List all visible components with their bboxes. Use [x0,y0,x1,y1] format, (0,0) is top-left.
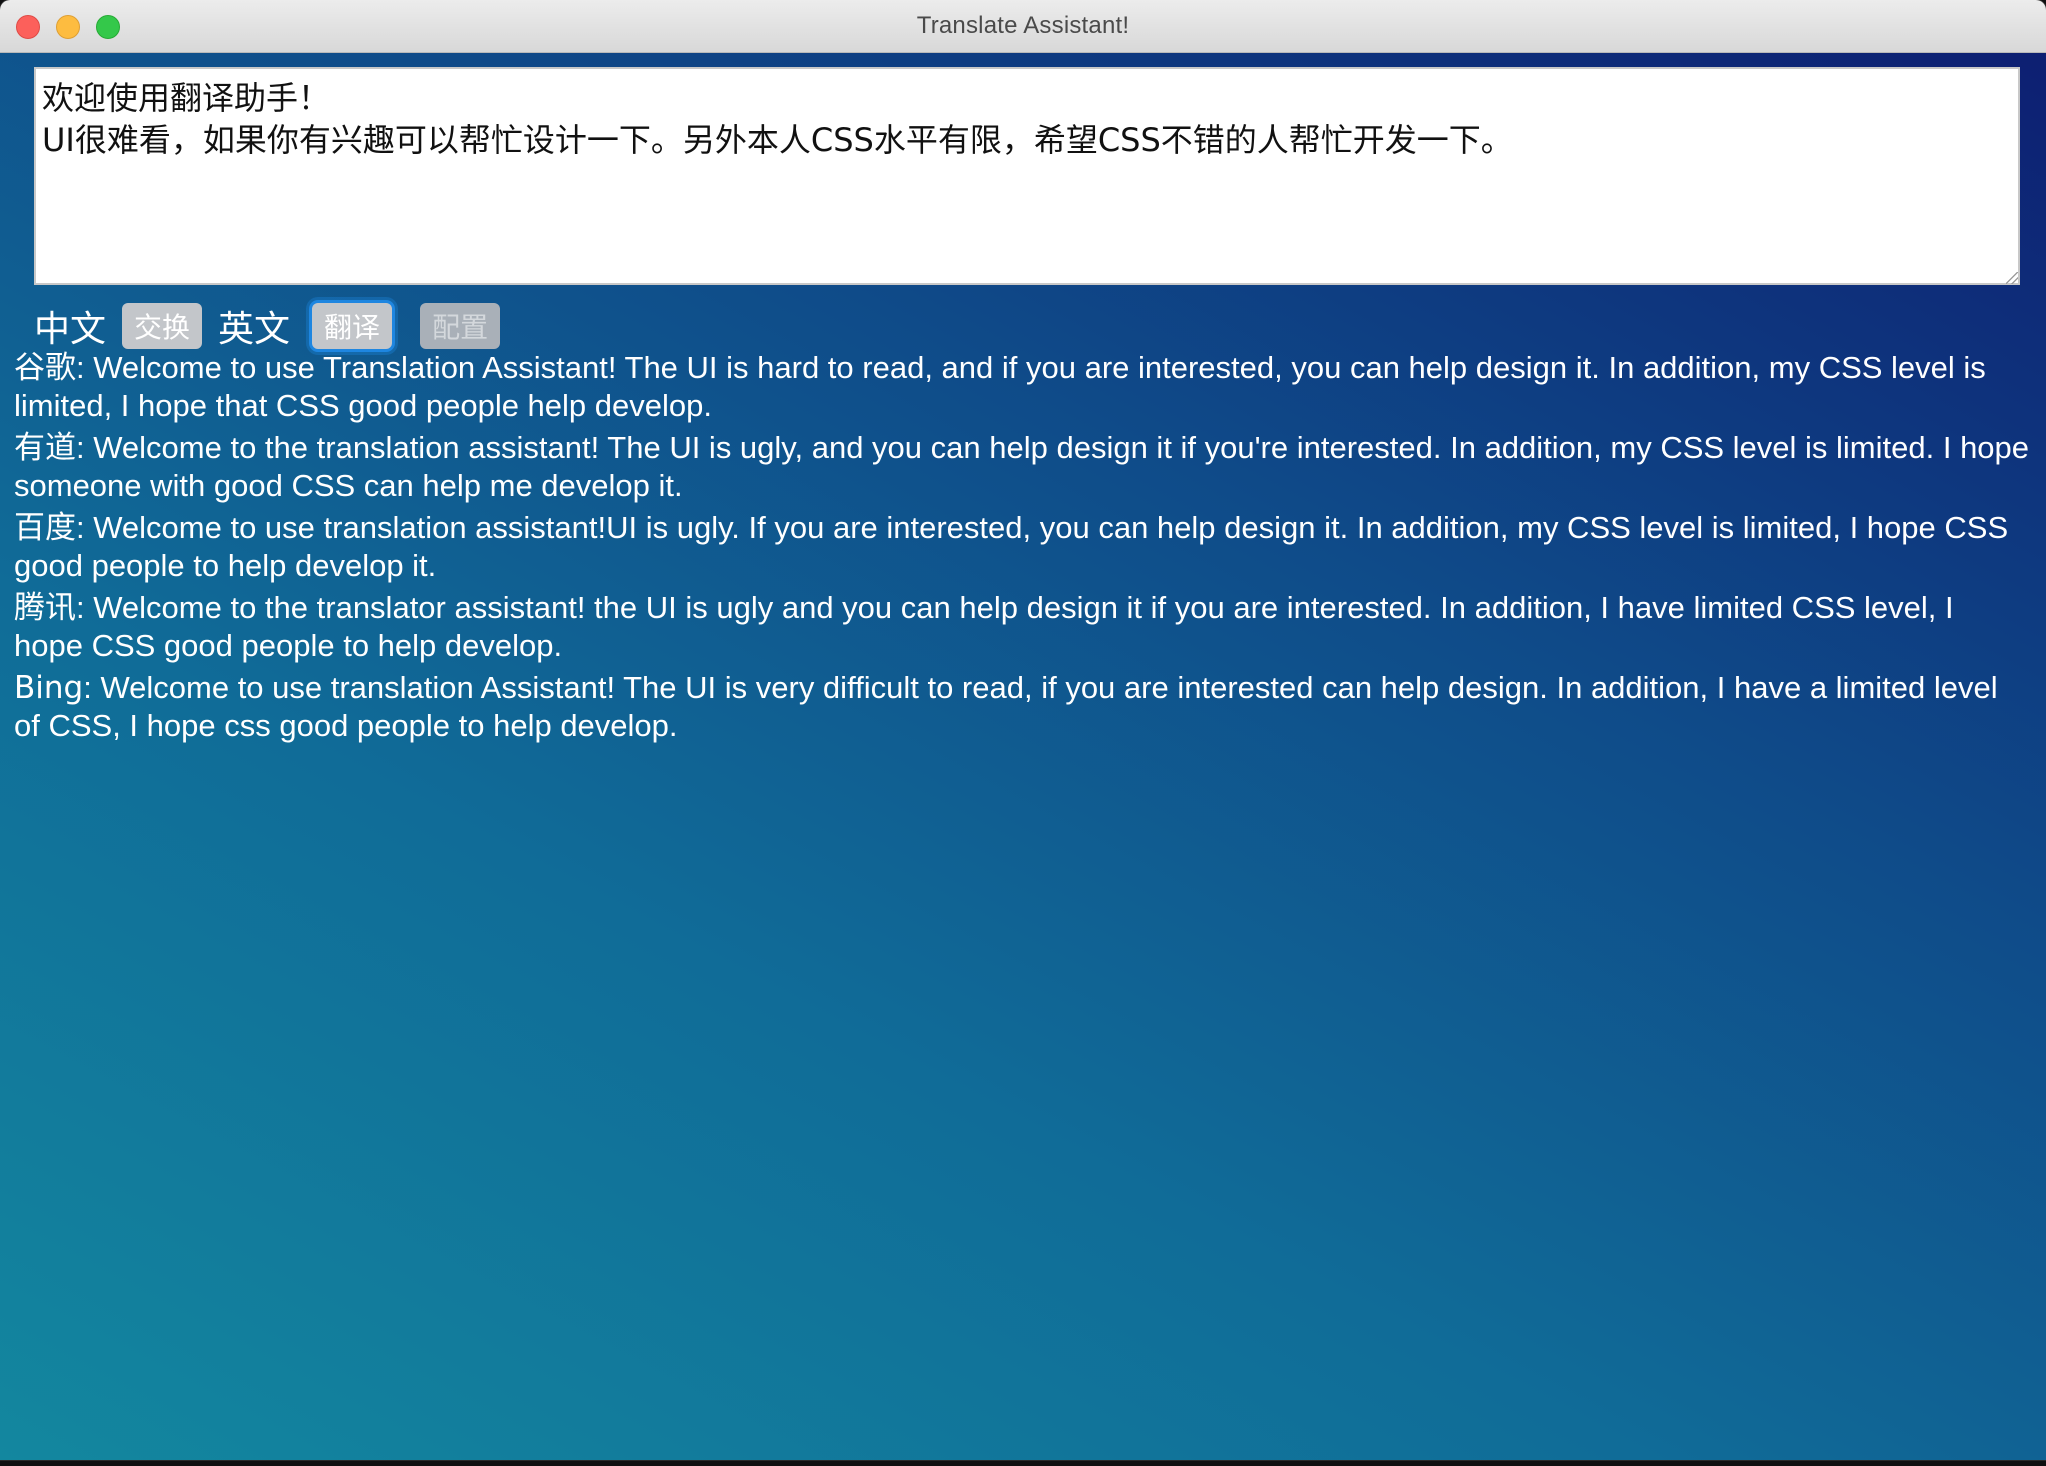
result-text: : Welcome to use translation Assistant! … [14,670,1998,743]
result-tencent: 腾讯: Welcome to the translator assistant!… [14,589,2030,665]
engine-label: 百度 [14,510,76,546]
toolbar: 中文 交换 英文 翻译 配置 [34,298,516,354]
result-bing: Bing: Welcome to use translation Assista… [14,669,2030,745]
source-language-label[interactable]: 中文 [34,300,106,352]
engine-label: 有道 [14,430,76,466]
engine-label: 腾讯 [14,590,76,626]
result-text: : Welcome to the translation assistant! … [14,430,2030,503]
source-text-input[interactable] [34,67,2020,285]
result-google: 谷歌: Welcome to use Translation Assistant… [14,349,2030,425]
close-icon[interactable] [16,15,40,39]
translation-results: 谷歌: Welcome to use Translation Assistant… [14,349,2030,749]
config-button[interactable]: 配置 [420,303,501,349]
app-window: Translate Assistant! 中文 交换 英文 翻译 配置 谷歌: … [0,0,2046,1460]
target-language-label[interactable]: 英文 [218,300,290,352]
translate-button[interactable]: 翻译 [312,303,393,349]
swap-button[interactable]: 交换 [122,303,203,349]
window-title: Translate Assistant! [916,12,1130,39]
main-content: 中文 交换 英文 翻译 配置 谷歌: Welcome to use Transl… [0,53,2046,1460]
window-controls [16,15,120,39]
engine-label: 谷歌 [14,350,76,386]
result-text: : Welcome to the translator assistant! t… [14,590,1954,663]
resize-grip-icon[interactable] [2006,272,2018,284]
result-text: : Welcome to use Translation Assistant! … [14,350,1986,423]
result-youdao: 有道: Welcome to the translation assistant… [14,429,2030,505]
engine-label: Bing [14,670,84,706]
result-baidu: 百度: Welcome to use translation assistant… [14,509,2030,585]
maximize-icon[interactable] [96,15,120,39]
minimize-icon[interactable] [56,15,80,39]
result-text: : Welcome to use translation assistant!U… [14,510,2009,583]
title-bar[interactable]: Translate Assistant! [0,0,2046,53]
